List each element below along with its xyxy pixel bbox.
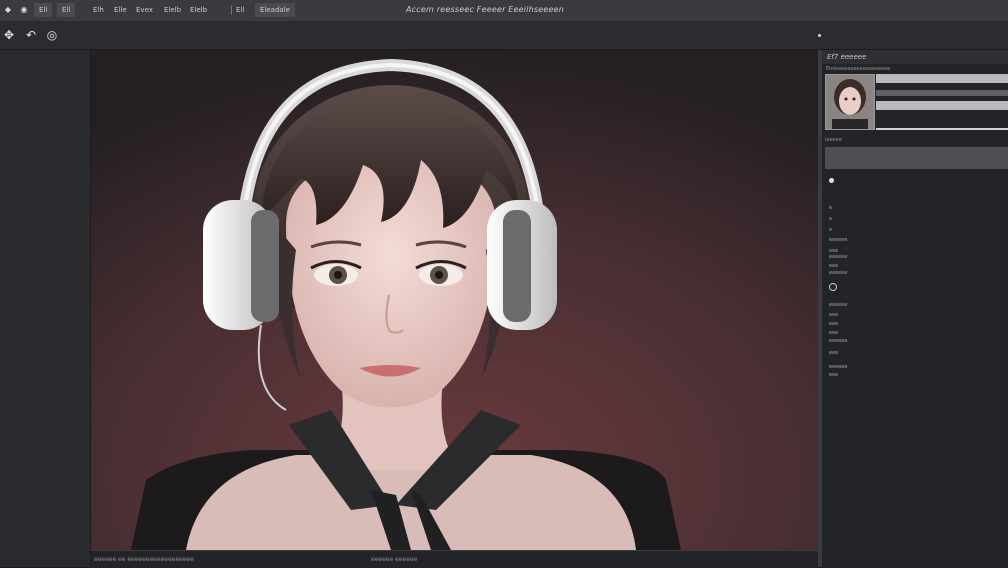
menu-tab[interactable]: Eleadale [255, 3, 295, 17]
property-value: eeeeee [829, 237, 848, 243]
section-label: ieeeee [825, 137, 842, 143]
menu-item-6[interactable]: Elelb [164, 6, 181, 14]
window-title: Accem reesseec Feeeer Eeeilhseeeen [406, 5, 565, 14]
property-value: eeeeee [829, 364, 848, 370]
layer-opacity-bar[interactable] [876, 90, 1008, 96]
property-label: e [829, 216, 833, 222]
status-bar: eeeeee ee eeeeeeeeeeeeeeeeee eeeeee eeee… [91, 550, 818, 568]
menu-item-8[interactable]: Ell [236, 6, 244, 14]
layer-name-field[interactable] [876, 74, 1008, 83]
menu-item-5[interactable]: Evex [136, 6, 153, 14]
status-left: eeeeee ee eeeeeeeeeeeeeeeeee [94, 556, 194, 563]
undo-icon[interactable]: ↶ [24, 28, 38, 42]
property-value: eeeeee [829, 254, 848, 260]
target-icon[interactable]: ◎ [45, 28, 59, 42]
app-logo-icon[interactable]: ◆ [3, 5, 13, 15]
menu-item-7[interactable]: Elelb [190, 6, 207, 14]
menu-item-4[interactable]: Elle [114, 6, 127, 14]
property-toggle[interactable] [829, 178, 834, 183]
properties-field[interactable] [825, 147, 1008, 169]
menubar-divider [231, 5, 232, 15]
panel-title: Ef7 eeeeee [827, 53, 867, 61]
property-value: eeeeee [829, 338, 848, 344]
right-panel: Ef7 eeeeee Eleleeeeeeeeeeeeeeeeee ieeeee… [822, 50, 1008, 567]
image-canvas[interactable] [91, 50, 818, 550]
refresh-icon[interactable] [829, 283, 837, 291]
menubar: ◆ ◉ Ell Ell Elh Elle Evex Elelb Elelb El… [0, 0, 1008, 22]
panel-header: Ef7 eeeeee [822, 50, 1008, 64]
menu-item-2[interactable]: Ell [57, 3, 76, 17]
canvas-image [91, 50, 818, 550]
panel-subtitle: Eleleeeeeeeeeeeeeeeeee [826, 66, 891, 72]
property-value: eeeeee [829, 270, 848, 276]
thumbnail-image [826, 75, 874, 129]
property-label: e [829, 205, 833, 211]
property-label: e [829, 227, 833, 233]
property-label: eee [829, 372, 839, 378]
property-label: eee [829, 350, 839, 356]
property-label: eee [829, 321, 839, 327]
toolbar: ✥ ↶ ◎ [0, 22, 1008, 50]
toolbar-indicator [818, 34, 821, 37]
left-panel [0, 50, 91, 567]
layer-thumbnail[interactable] [825, 74, 875, 130]
property-value: eeeeee [829, 302, 848, 308]
layer-blend-field[interactable] [876, 101, 1008, 110]
property-label: eee [829, 312, 839, 318]
property-label: eee [829, 263, 839, 269]
move-icon[interactable]: ✥ [2, 28, 16, 42]
property-label: eee [829, 330, 839, 336]
status-center: eeeeee eeeeee [371, 556, 418, 563]
menu-item-3[interactable]: Elh [93, 6, 104, 14]
menu-item-1[interactable]: Ell [34, 3, 53, 17]
eye-icon[interactable]: ◉ [19, 5, 29, 15]
layer-slider-track[interactable] [876, 128, 1008, 130]
